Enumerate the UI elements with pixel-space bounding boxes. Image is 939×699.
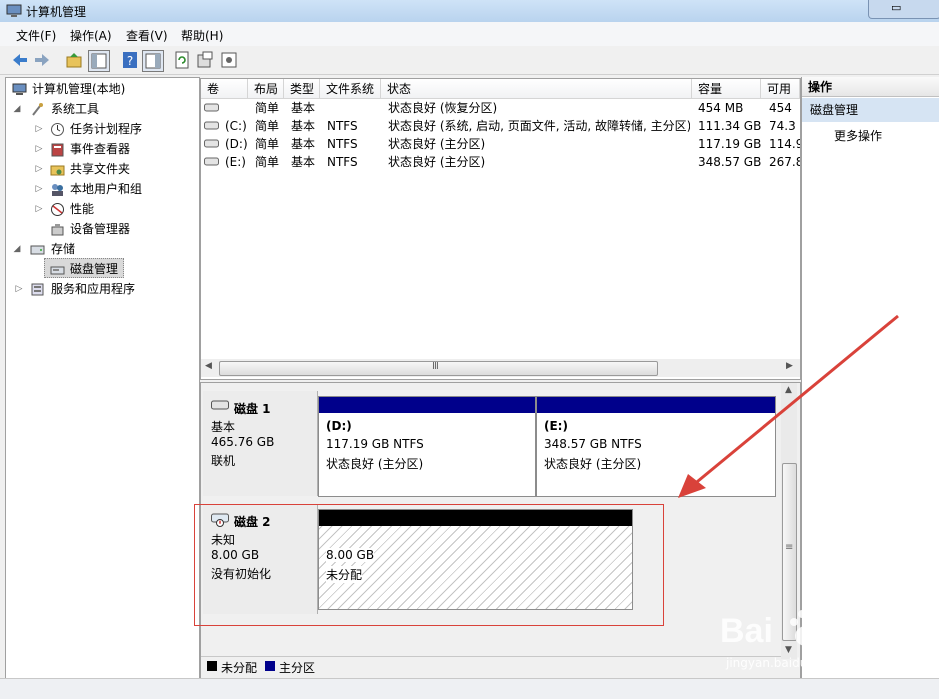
menu-help[interactable]: 帮助(H)	[181, 27, 223, 44]
red-arrow-annotation	[678, 314, 899, 498]
legend-primary: 主分区	[279, 661, 316, 675]
restore-icon[interactable]: ▭	[891, 1, 901, 14]
up-folder-icon[interactable]	[64, 50, 84, 70]
column-header-status[interactable]: 状态	[381, 79, 692, 99]
table-row[interactable]: (C:) 简单 基本 NTFS 状态良好 (系统, 启动, 页面文件, 活动, …	[201, 117, 800, 135]
collapsed-arrow-icon[interactable]: ▷	[34, 159, 44, 179]
clock-icon	[51, 123, 64, 136]
table-row[interactable]: 简单 基本 状态良好 (恢复分区) 454 MB 454	[201, 99, 800, 117]
paw-icon	[790, 610, 823, 646]
primary-swatch	[265, 661, 275, 671]
collapsed-arrow-icon[interactable]: ▷	[34, 179, 44, 199]
scroll-left-icon[interactable]: ◀	[205, 361, 212, 371]
table-row[interactable]: (E:) 简单 基本 NTFS 状态良好 (主分区) 348.57 GB 267…	[201, 153, 800, 171]
volume-icon	[204, 121, 219, 130]
tools-icon	[32, 103, 43, 116]
back-arrow-icon[interactable]	[10, 50, 30, 70]
computer-management-icon	[6, 4, 22, 17]
collapsed-arrow-icon[interactable]: ▷	[34, 199, 44, 219]
volume-icon	[204, 103, 219, 112]
expanded-arrow-icon[interactable]: ◢	[12, 99, 22, 119]
title-bar: 计算机管理 ▭	[0, 0, 939, 22]
settings-icon[interactable]	[219, 50, 239, 70]
column-header-layout[interactable]: 布局	[248, 79, 284, 99]
window-controls[interactable]: ▭	[868, 0, 939, 19]
grip-icon: Ⅲ	[432, 361, 439, 372]
more-actions-link[interactable]: 更多操作	[834, 127, 882, 144]
forward-arrow-icon[interactable]	[32, 50, 52, 70]
services-icon	[31, 283, 44, 296]
users-icon	[52, 184, 63, 196]
window-title: 计算机管理	[26, 5, 87, 19]
disk-1-label[interactable]: 磁盘 1 基本 465.76 GB 联机	[203, 391, 318, 496]
table-row[interactable]: (D:) 简单 基本 NTFS 状态良好 (主分区) 117.19 GB 114…	[201, 135, 800, 153]
toolbar: ?	[0, 46, 939, 75]
disk-management-icon	[50, 266, 65, 275]
unallocated-swatch	[207, 661, 217, 671]
help-icon[interactable]: ?	[120, 50, 140, 70]
partition-d[interactable]: (D:) 117.19 GB NTFS 状态良好 (主分区)	[318, 396, 536, 497]
console-tree-icon[interactable]	[88, 50, 110, 72]
baidu-watermark: Bai 经验 jingyan.baidu.com	[712, 600, 939, 680]
expanded-arrow-icon[interactable]: ◢	[12, 239, 22, 259]
column-header-free[interactable]: 可用	[761, 79, 800, 99]
tree-item-disk-management[interactable]: 磁盘管理	[44, 258, 124, 278]
column-header-type[interactable]: 类型	[284, 79, 320, 99]
grip-icon: ≡	[785, 542, 794, 553]
menu-file[interactable]: 文件(F)	[16, 27, 56, 44]
scroll-thumb[interactable]: Ⅲ	[219, 361, 658, 376]
disk-icon	[211, 400, 229, 410]
menu-bar: 文件(F) 操作(A) 查看(V) 帮助(H)	[0, 22, 939, 46]
status-bar	[0, 678, 939, 699]
storage-icon	[30, 245, 45, 255]
computer-icon	[12, 83, 27, 95]
column-header-volume[interactable]: 卷	[201, 79, 248, 99]
legend-unallocated: 未分配	[221, 661, 258, 675]
action-pane-icon[interactable]	[142, 50, 164, 72]
volume-icon	[204, 139, 219, 148]
primary-partition-bar	[319, 397, 535, 413]
refresh-icon[interactable]	[172, 50, 192, 70]
performance-icon	[51, 203, 64, 216]
device-manager-icon	[51, 224, 64, 236]
column-header-capacity[interactable]: 容量	[692, 79, 761, 99]
event-log-icon	[51, 143, 64, 157]
menu-view[interactable]: 查看(V)	[126, 27, 168, 44]
column-header-filesystem[interactable]: 文件系统	[320, 79, 381, 99]
legend: 未分配 主分区	[201, 656, 781, 679]
collapsed-arrow-icon[interactable]: ▷	[34, 139, 44, 159]
collapsed-arrow-icon[interactable]: ▷	[14, 279, 24, 299]
actions-header: 操作	[802, 77, 939, 97]
menu-action[interactable]: 操作(A)	[70, 27, 112, 44]
collapsed-arrow-icon[interactable]: ▷	[34, 119, 44, 139]
properties-icon[interactable]	[195, 50, 215, 70]
actions-disk-management[interactable]: 磁盘管理	[802, 98, 939, 122]
console-tree: 计算机管理(本地) ◢ 系统工具 ▷ 任务计划程序 ▷ 事件查看器 ▷ 共享文件…	[5, 77, 200, 680]
volume-icon	[204, 157, 219, 166]
shared-folder-icon	[50, 165, 65, 176]
highlight-box	[194, 504, 664, 626]
svg-text:?: ?	[127, 54, 133, 68]
